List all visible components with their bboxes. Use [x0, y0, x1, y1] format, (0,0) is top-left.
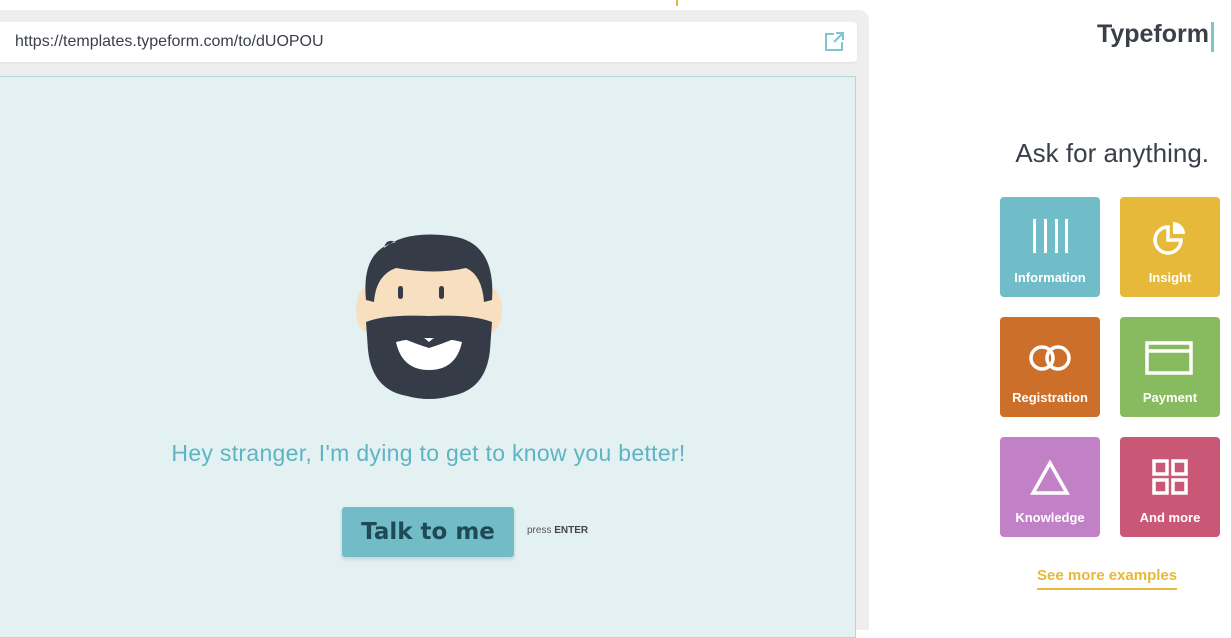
- tile-information[interactable]: Information: [1000, 197, 1100, 297]
- tile-label: Insight: [1148, 270, 1192, 285]
- triangle-icon: [1030, 459, 1070, 495]
- tile-payment[interactable]: Payment: [1120, 317, 1220, 417]
- grid-icon: [1152, 459, 1188, 495]
- rings-icon: [1029, 345, 1071, 371]
- typeform-logo[interactable]: Typeform: [1097, 20, 1209, 49]
- bars-icon: [1033, 219, 1068, 253]
- enter-hint: press ENTER: [527, 525, 588, 536]
- tile-label: Information: [1014, 270, 1086, 285]
- card-icon: [1145, 341, 1193, 375]
- text-cursor: [1211, 22, 1214, 52]
- see-more-examples-link[interactable]: See more examples: [1037, 567, 1178, 590]
- headline: Ask for anything.: [1015, 138, 1209, 168]
- question-text: Hey stranger, I'm dying to get to know y…: [171, 440, 686, 466]
- pie-chart-icon: [1153, 222, 1185, 255]
- tile-registration[interactable]: Registration: [1000, 317, 1100, 417]
- tile-label: Payment: [1142, 390, 1198, 405]
- tile-label: And more: [1139, 510, 1201, 525]
- hint-prefix: press: [527, 525, 552, 536]
- tile-label: Registration: [1012, 390, 1088, 405]
- tile-insight[interactable]: Insight: [1120, 197, 1220, 297]
- accent-tick: [676, 0, 678, 6]
- tile-knowledge[interactable]: Knowledge: [1000, 437, 1100, 537]
- url-text: https://templates.typeform.com/to/dUOPOU: [15, 33, 324, 50]
- url-bar[interactable]: https://templates.typeform.com/to/dUOPOU: [0, 22, 857, 62]
- tile-label: Knowledge: [1015, 510, 1085, 525]
- hint-key: ENTER: [554, 525, 589, 536]
- bearded-man-avatar: [356, 234, 502, 399]
- talk-to-me-button[interactable]: Talk to me: [342, 507, 514, 557]
- external-link-icon[interactable]: [823, 31, 845, 53]
- tile-and-more[interactable]: And more: [1120, 437, 1220, 537]
